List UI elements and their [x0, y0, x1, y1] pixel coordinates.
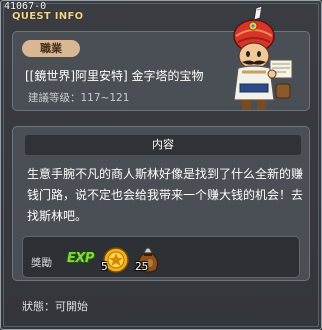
quest-description: 生意手腕不凡的商人斯林好像是找到了什么全新的赚钱门路，说不定也会给我带来一个赚大… [27, 167, 304, 223]
job-badge: 職業 [22, 40, 80, 57]
reward-quantity: 5 [101, 261, 108, 273]
level-label: 建議等级： [28, 92, 81, 104]
reward-quantity: 25 [135, 261, 149, 273]
npc-merchant-portrait [233, 5, 293, 110]
quest-name: [[鏡世界]阿里安特] 金字塔的宝物 [25, 69, 204, 83]
recommended-level: 建議等级：117~121 [28, 90, 129, 105]
level-range: 117~121 [80, 92, 130, 104]
quest-status: 狀態：可開始 [22, 300, 88, 313]
window-title: QUEST INFO [12, 11, 84, 22]
exp-icon: EXP [67, 251, 94, 266]
reward-label: 獎勵 [31, 257, 52, 269]
content-header: 内容 [25, 135, 301, 155]
